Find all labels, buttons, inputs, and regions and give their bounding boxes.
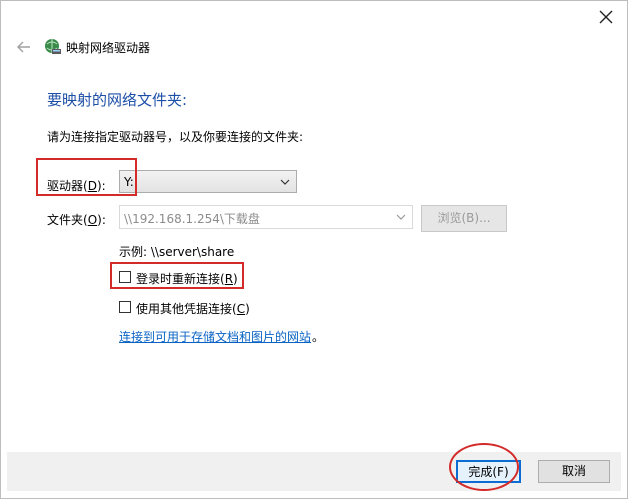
chevron-down-icon[interactable] — [395, 212, 407, 222]
folder-path-value: \\192.168.1.254\下载盘 — [124, 212, 260, 226]
network-drive-icon — [45, 39, 61, 54]
close-icon[interactable] — [597, 8, 615, 26]
link-period: 。 — [312, 330, 325, 344]
annotation-drive-box — [36, 158, 137, 196]
page-heading: 要映射的网络文件夹: — [47, 91, 188, 109]
other-credentials-checkbox[interactable] — [119, 301, 131, 313]
dialog-footer — [7, 452, 621, 491]
annotation-finish-circle — [449, 443, 519, 491]
example-text: 示例: \\server\share — [119, 245, 235, 259]
annotation-reconnect-box — [110, 262, 244, 289]
connect-website-link[interactable]: 连接到可用于存储文档和图片的网站 — [119, 328, 311, 345]
drive-letter-select[interactable]: Y: — [119, 170, 297, 193]
cancel-button[interactable]: 取消 — [538, 460, 610, 483]
other-credentials-label[interactable]: 使用其他凭据连接(C) — [136, 300, 250, 317]
window-title: 映射网络驱动器 — [66, 41, 151, 55]
back-arrow-icon[interactable] — [15, 38, 33, 56]
folder-path-input[interactable]: \\192.168.1.254\下载盘 — [119, 205, 413, 229]
chevron-down-icon — [280, 179, 290, 185]
map-network-drive-dialog: 映射网络驱动器 要映射的网络文件夹: 请为连接指定驱动器号，以及你要连接的文件夹… — [0, 0, 628, 499]
browse-button[interactable]: 浏览(B)... — [421, 205, 507, 232]
folder-label: 文件夹(O): — [47, 213, 106, 227]
instruction-text: 请为连接指定驱动器号，以及你要连接的文件夹: — [47, 130, 304, 144]
